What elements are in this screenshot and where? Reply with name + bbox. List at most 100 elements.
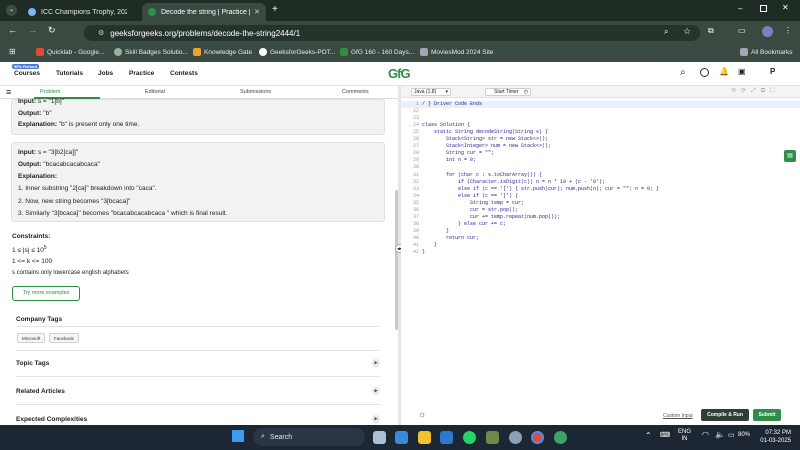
code-line[interactable]: 31 for (char c : s.toCharArray()) { (401, 172, 800, 179)
theme-toggle-icon[interactable] (700, 68, 709, 77)
forward-icon[interactable]: → (28, 25, 37, 35)
close-window-icon[interactable]: ✕ (782, 3, 789, 12)
nav-jobs[interactable]: Jobs (98, 70, 113, 77)
extensions-icon[interactable]: ⧉ (708, 26, 714, 36)
code-line[interactable]: 22 (401, 108, 800, 115)
code-line[interactable]: 37 cur += temp.repeat(num.pop()); (401, 214, 800, 221)
gfg-logo[interactable]: GfG (388, 66, 411, 81)
code-line[interactable]: 23 (401, 115, 800, 122)
bookmark-skill-badges[interactable]: Skill Badges Solutio... (114, 48, 188, 56)
toolbar-icons[interactable]: ⟲⟳⤢⧉⛶ (731, 87, 779, 95)
close-tab-icon[interactable]: ✕ (254, 8, 260, 16)
apps-grid-icon[interactable]: ⊞ (9, 47, 16, 56)
code-line[interactable]: 33 else if (c == '[') { str.push(cur); n… (401, 186, 800, 193)
keyboard-icon[interactable]: ⌨ (660, 431, 670, 439)
maximize-icon[interactable] (760, 5, 767, 12)
tab-search-icon[interactable]: ⌄ (6, 5, 17, 16)
volume-icon[interactable]: 🔈 (715, 430, 725, 439)
hamburger-icon[interactable]: ≡ (6, 87, 11, 97)
code-line[interactable]: 29 int n = 0; (401, 157, 800, 164)
tab-submissions[interactable]: Submissions (240, 89, 271, 95)
back-icon[interactable]: ← (8, 25, 17, 35)
tab-problem[interactable]: Problem (40, 89, 60, 95)
notifications-icon[interactable]: 🔔 (719, 67, 729, 76)
search-icon[interactable]: ⌕ (680, 67, 686, 78)
settings-icon[interactable] (509, 431, 522, 444)
nav-courses[interactable]: Courses (14, 70, 40, 77)
chevron-right-icon[interactable]: ▸ (372, 387, 380, 395)
code-line[interactable]: 36 cur = str.pop(); (401, 207, 800, 214)
expected-complexities-row[interactable]: Expected Complexities ▸ (16, 415, 380, 423)
task-view-icon[interactable] (373, 431, 386, 444)
code-line[interactable]: 24 class Solution { (401, 122, 800, 129)
site-info-icon[interactable]: ⚙ (98, 29, 104, 37)
code-line[interactable]: 25 static String decodeString(String s) … (401, 129, 800, 136)
menu-icon[interactable]: ⋮ (784, 26, 792, 35)
clock[interactable]: 07:32 PM 01-03-2025 (757, 429, 791, 445)
code-line[interactable]: 26 Stack<String> str = new Stack<>(); (401, 136, 800, 143)
start-timer-button[interactable]: Start Timer ◷ (485, 88, 531, 96)
bookmark-gfg-pot[interactable]: GeeksforGeeks-POT... (259, 48, 335, 56)
language-indicator[interactable]: ENG IN (678, 429, 691, 443)
tray-chevron-icon[interactable]: ⌃ (645, 431, 652, 440)
code-line[interactable]: 40 return cur; (401, 235, 800, 242)
settings-gear-icon[interactable]: ☼ (418, 409, 426, 419)
tag-microsoft[interactable]: Microsoft (17, 333, 46, 343)
nav-practice[interactable]: Practice (129, 70, 154, 77)
chrome-icon[interactable] (531, 431, 544, 444)
topic-tags-row[interactable]: Topic Tags ▸ (16, 359, 380, 367)
new-tab-icon[interactable]: + (272, 4, 278, 15)
google-lens-icon[interactable]: ⌕ (664, 27, 668, 37)
app-icon[interactable] (486, 431, 499, 444)
code-line[interactable]: 32 if (Character.isDigit(c)) n = n * 10 … (401, 179, 800, 186)
nav-tutorials[interactable]: Tutorials (56, 70, 83, 77)
minimize-icon[interactable]: – (738, 4, 742, 13)
all-bookmarks[interactable]: All Bookmarks (740, 48, 793, 56)
related-articles-row[interactable]: Related Articles ▸ (16, 387, 380, 395)
battery-icon[interactable]: ▭ (728, 431, 735, 439)
code-line[interactable]: 30 (401, 164, 800, 171)
code-line[interactable]: 41 } (401, 242, 800, 249)
bookmark-star-icon[interactable]: ☆ (683, 26, 691, 37)
messages-icon[interactable]: ▣ (738, 67, 746, 76)
code-scroll-handle[interactable]: ▤ (784, 150, 796, 162)
file-explorer-icon[interactable] (418, 431, 431, 444)
taskbar-search[interactable]: ⌕ Search (253, 428, 365, 446)
whatsapp-icon[interactable] (463, 431, 476, 444)
bookmark-gfg-160[interactable]: GfG 160 - 160 Days... (340, 48, 414, 56)
tag-facebook[interactable]: Facebook (49, 333, 79, 343)
browser-tab-icc[interactable]: ICC Champions Trophy, 2025 s (22, 3, 140, 21)
sidepanel-icon[interactable]: ▭ (738, 26, 746, 35)
bookmark-knowledge-gate[interactable]: Knowledge Gate (193, 48, 252, 56)
browser-tab-gfg[interactable]: Decode the string | Practice | G ✕ (142, 3, 266, 21)
tab-comments[interactable]: Comments (342, 89, 369, 95)
photos-icon[interactable] (395, 431, 408, 444)
tab-editorial[interactable]: Editorial (145, 89, 165, 95)
language-select[interactable]: Java (1.8) ▾ (411, 88, 451, 96)
submit-button[interactable]: Submit (753, 409, 781, 421)
code-line[interactable]: 28 String cur = ""; (401, 150, 800, 157)
bookmark-quicklab[interactable]: Quicklab - Google... (36, 48, 104, 56)
user-avatar[interactable]: P (770, 67, 775, 76)
profile-avatar[interactable] (762, 26, 773, 37)
compile-run-button[interactable]: Compile & Run (701, 409, 749, 421)
code-line[interactable]: 27 Stack<Integer> num = new Stack<>(); (401, 143, 800, 150)
nav-contests[interactable]: Contests (170, 70, 198, 77)
chrome-profile-icon[interactable] (554, 431, 567, 444)
vscode-icon[interactable] (440, 431, 453, 444)
chevron-right-icon[interactable]: ▸ (372, 359, 380, 367)
code-line[interactable]: 1/ } Driver Code Ends (401, 101, 800, 108)
wifi-icon[interactable]: ◠ (702, 430, 709, 439)
chevron-right-icon[interactable]: ▸ (372, 415, 380, 423)
code-line[interactable]: 38 } else cur += c; (401, 221, 800, 228)
custom-input-link[interactable]: Custom Input (663, 413, 693, 419)
url-bar[interactable]: ⚙ geeksforgeeks.org/problems/decode-the-… (84, 25, 700, 41)
code-line[interactable]: 39 } (401, 228, 800, 235)
try-more-examples-button[interactable]: Try more examples (12, 286, 80, 301)
code-line[interactable]: 42} (401, 249, 800, 256)
reload-icon[interactable]: ↻ (48, 25, 56, 36)
code-line[interactable]: 34 else if (c == ']') { (401, 193, 800, 200)
code-line[interactable]: 35 String temp = cur; (401, 200, 800, 207)
windows-start-icon[interactable] (232, 430, 244, 442)
bookmark-moviesmod[interactable]: MoviesMod 2024 Site (420, 48, 494, 56)
